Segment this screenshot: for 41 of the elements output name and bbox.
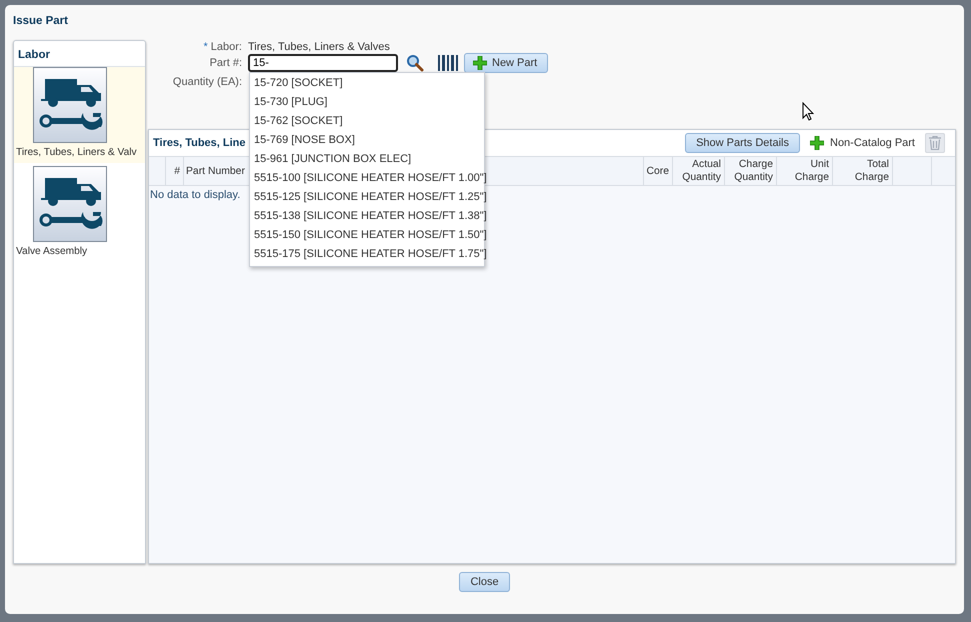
suggestion-item[interactable]: 15-769 [NOSE BOX] [250, 131, 484, 150]
labor-item[interactable]: Valve Assembly [14, 163, 145, 262]
close-button[interactable]: Close [459, 572, 510, 592]
empty-message: No data to display. [150, 189, 240, 201]
suggestion-item[interactable]: 15-961 [JUNCTION BOX ELEC] [250, 150, 484, 169]
part-label: Part #: [210, 57, 242, 69]
required-mark: * [203, 41, 208, 53]
suggestion-item[interactable]: 5515-138 [SILICONE HEATER HOSE/FT 1.38"] [250, 207, 484, 226]
truck-wrench-icon [37, 77, 103, 133]
labor-label: Tires, Tubes, Liners & Valv [16, 146, 137, 158]
suggestion-item[interactable]: 5515-175 [SILICONE HEATER HOSE/FT 1.75"] [250, 245, 484, 264]
plus-icon [473, 56, 487, 70]
suggestion-item[interactable]: 15-762 [SOCKET] [250, 112, 484, 131]
cursor-icon [802, 102, 814, 121]
suggestion-item[interactable]: 15-730 [PLUG] [250, 93, 484, 112]
column-header[interactable]: Charge Quantity [727, 158, 773, 184]
part-number-field[interactable]: 15- [248, 54, 398, 72]
labor-value: Tires, Tubes, Liners & Valves [248, 41, 390, 53]
column-header[interactable]: Unit Charge [779, 158, 829, 184]
new-part-button[interactable]: New Part [464, 53, 548, 73]
labor-label: Valve Assembly [16, 245, 88, 257]
column-header[interactable]: Core [646, 164, 669, 178]
quantity-label: Quantity (EA): [172, 76, 242, 88]
labor-label: Labor: [210, 41, 242, 53]
dialog-title: Issue Part [13, 14, 69, 29]
barcode-icon[interactable] [438, 55, 458, 71]
suggestion-item[interactable]: 5515-100 [SILICONE HEATER HOSE/FT 1.00"] [250, 169, 484, 188]
truck-wrench-icon [37, 176, 103, 232]
suggestion-item[interactable]: 5515-150 [SILICONE HEATER HOSE/FT 1.50"] [250, 226, 484, 245]
column-header[interactable]: Total Charge [835, 158, 889, 184]
suggestion-item[interactable]: 5515-125 [SILICONE HEATER HOSE/FT 1.25"] [250, 188, 484, 207]
column-header[interactable]: # [174, 164, 180, 178]
show-parts-details-button[interactable]: Show Parts Details [685, 133, 800, 153]
panel-title: Tires, Tubes, Line [153, 137, 246, 149]
non-catalog-part-button[interactable]: Non-Catalog Part [806, 136, 919, 150]
plus-icon [810, 136, 824, 150]
search-icon[interactable] [406, 54, 424, 72]
column-header[interactable]: Part Number [186, 164, 245, 178]
column-header[interactable]: Actual Quantity [675, 158, 721, 184]
labor-item[interactable]: Tires, Tubes, Liners & Valv [14, 67, 145, 163]
suggestion-item[interactable]: 15-720 [SOCKET] [250, 74, 484, 93]
